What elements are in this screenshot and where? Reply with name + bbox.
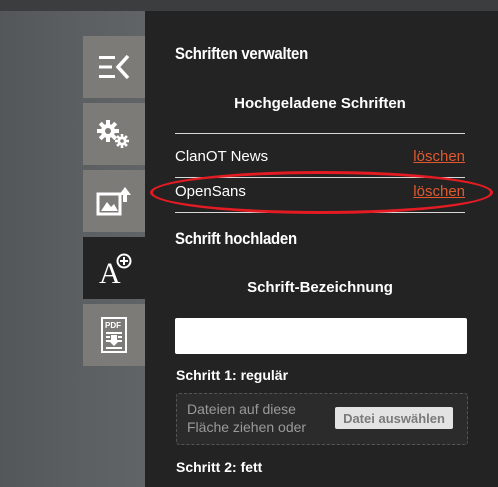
pdf-export-button[interactable]: PDF [83,304,145,366]
font-name-input[interactable] [175,318,467,354]
font-manager-panel: Schriften verwalten Hochgeladene Schrift… [145,11,498,487]
step2-label: Schritt 2: fett [176,459,263,475]
font-name: ClanOT News [175,148,269,165]
delete-font-link[interactable]: löschen [413,183,465,200]
image-upload-button[interactable] [83,170,145,232]
uploaded-fonts-heading: Hochgeladene Schriften [234,95,406,112]
font-name: OpenSans [175,183,246,200]
image-upload-icon [96,187,131,216]
top-bar [0,0,498,11]
settings-gears-icon [97,120,129,148]
font-manager-button[interactable]: A [83,237,145,299]
divider [175,212,465,213]
choose-file-button[interactable]: Datei auswählen [335,407,453,429]
font-add-icon: A [99,253,132,286]
font-name-label: Schrift-Bezeichnung [247,279,393,296]
panel-title: Schriften verwalten [175,44,309,63]
collapse-menu-button[interactable] [83,36,145,98]
delete-font-link[interactable]: löschen [413,148,465,165]
divider [175,177,465,178]
file-dropzone[interactable]: Dateien auf diese Fläche ziehen oder Dat… [176,393,468,445]
pdf-export-icon: PDF [101,317,127,353]
step1-label: Schritt 1: regulär [176,367,289,383]
divider [175,133,465,134]
upload-section-title: Schrift hochladen [175,229,297,248]
collapse-menu-icon [99,54,130,80]
svg-text:PDF: PDF [105,321,121,330]
settings-button[interactable] [83,103,145,165]
dropzone-text: Dateien auf diese Fläche ziehen oder [187,401,307,435]
